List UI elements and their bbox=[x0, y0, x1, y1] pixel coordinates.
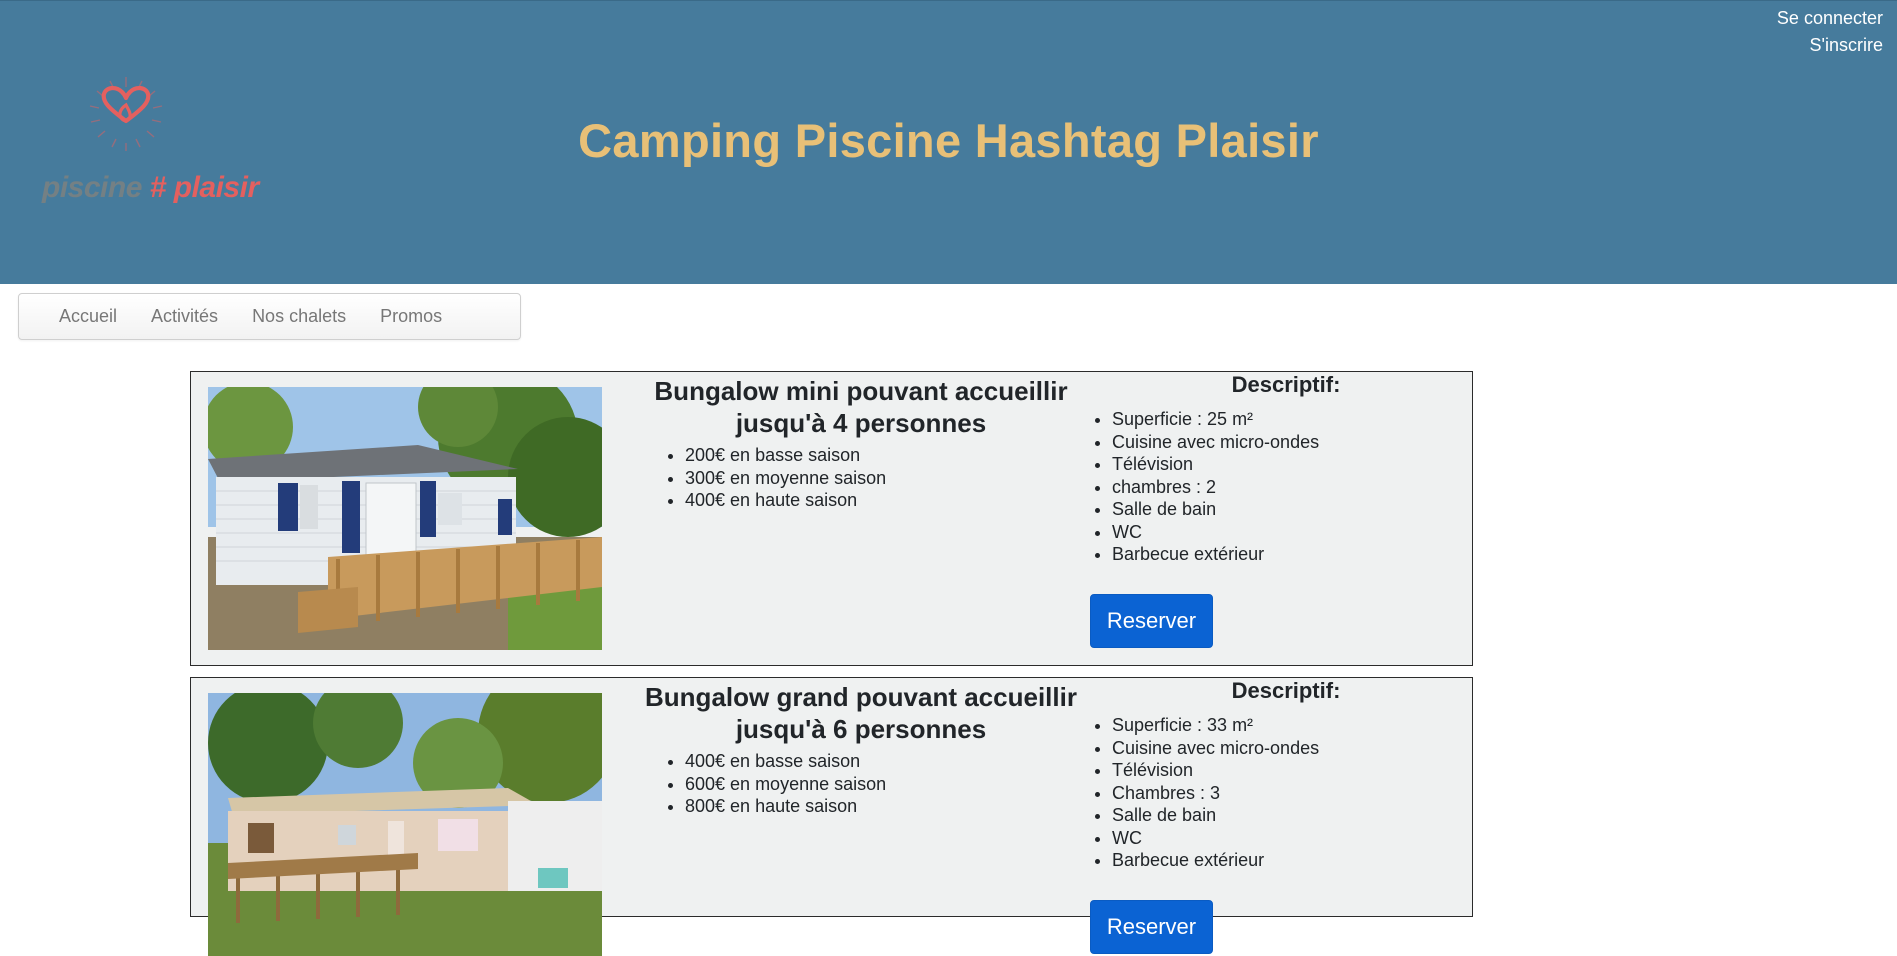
feature-item: Salle de bain bbox=[1112, 804, 1319, 827]
nav-item-accueil[interactable]: Accueil bbox=[59, 306, 117, 327]
login-link[interactable]: Se connecter bbox=[1777, 5, 1883, 32]
feature-item: chambres : 2 bbox=[1112, 476, 1319, 499]
feature-item: Barbecue extérieur bbox=[1112, 849, 1319, 872]
price-item: 200€ en basse saison bbox=[685, 444, 886, 467]
chalet-title: Bungalow mini pouvant accueillir jusqu'à… bbox=[654, 376, 1068, 438]
reserve-button[interactable]: Reserver bbox=[1090, 900, 1213, 954]
price-item: 400€ en basse saison bbox=[685, 750, 886, 773]
description-title: Descriptif: bbox=[1231, 678, 1341, 703]
features-list: Superficie : 25 m² Cuisine avec micro-on… bbox=[1090, 408, 1319, 566]
price-item: 600€ en moyenne saison bbox=[685, 773, 886, 796]
description-title: Descriptif: bbox=[1231, 372, 1341, 397]
feature-item: Télévision bbox=[1112, 453, 1319, 476]
logo-wordmark: piscine # plaisir bbox=[42, 171, 259, 204]
feature-item: Salle de bain bbox=[1112, 498, 1319, 521]
feature-item: Superficie : 25 m² bbox=[1112, 408, 1319, 431]
chalet-card: Bungalow mini pouvant accueillir jusqu'à… bbox=[190, 371, 1473, 666]
price-item: 800€ en haute saison bbox=[685, 795, 886, 818]
feature-item: Cuisine avec micro-ondes bbox=[1112, 431, 1319, 454]
feature-item: WC bbox=[1112, 827, 1319, 850]
auth-links: Se connecter S'inscrire bbox=[1777, 5, 1883, 59]
nav-item-activites[interactable]: Activités bbox=[151, 306, 218, 327]
main-navbar: Accueil Activités Nos chalets Promos bbox=[18, 293, 521, 340]
nav-item-nos-chalets[interactable]: Nos chalets bbox=[252, 306, 346, 327]
feature-item: Chambres : 3 bbox=[1112, 782, 1319, 805]
feature-item: Cuisine avec micro-ondes bbox=[1112, 737, 1319, 760]
features-list: Superficie : 33 m² Cuisine avec micro-on… bbox=[1090, 714, 1319, 872]
chalet-card: Bungalow grand pouvant accueillir jusqu'… bbox=[190, 677, 1473, 956]
price-item: 300€ en moyenne saison bbox=[685, 467, 886, 490]
feature-item: Barbecue extérieur bbox=[1112, 543, 1319, 566]
feature-item: Télévision bbox=[1112, 759, 1319, 782]
site-title: Camping Piscine Hashtag Plaisir bbox=[578, 114, 1319, 167]
chalet-photo-grand bbox=[208, 693, 602, 956]
reserve-button[interactable]: Reserver bbox=[1090, 594, 1213, 648]
register-link[interactable]: S'inscrire bbox=[1777, 32, 1883, 59]
chalet-photo-mini bbox=[208, 387, 602, 650]
price-list: 400€ en basse saison 600€ en moyenne sai… bbox=[663, 750, 886, 818]
price-item: 400€ en haute saison bbox=[685, 489, 886, 512]
site-header: Se connecter S'inscrire piscine # plaisi… bbox=[0, 0, 1897, 284]
nav-item-promos[interactable]: Promos bbox=[380, 306, 442, 327]
feature-item: Superficie : 33 m² bbox=[1112, 714, 1319, 737]
price-list: 200€ en basse saison 300€ en moyenne sai… bbox=[663, 444, 886, 512]
feature-item: WC bbox=[1112, 521, 1319, 544]
chalet-title: Bungalow grand pouvant accueillir jusqu'… bbox=[645, 682, 1077, 744]
